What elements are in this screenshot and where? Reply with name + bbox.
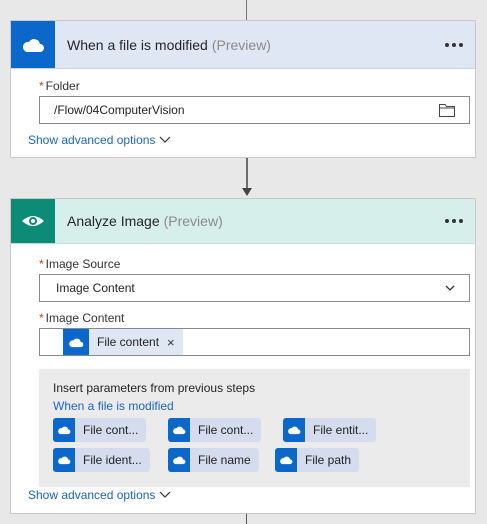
param-chip-file-path[interactable]: File path	[275, 448, 360, 472]
cloud-icon	[53, 418, 75, 442]
file-content-token-label: File content	[97, 335, 160, 349]
cloud-icon	[275, 448, 297, 472]
image-source-value: Image Content	[56, 281, 135, 295]
cloud-icon	[53, 448, 75, 472]
cloud-icon	[283, 418, 305, 442]
file-content-token[interactable]: File content ×	[63, 329, 183, 355]
cloud-icon	[168, 418, 190, 442]
folder-icon[interactable]	[439, 103, 455, 120]
eye-icon	[11, 199, 55, 243]
remove-token-icon[interactable]: ×	[167, 335, 175, 350]
param-chip-file-name[interactable]: File name	[168, 448, 259, 472]
trigger-more-icon[interactable]	[445, 42, 463, 47]
analyze-header[interactable]: Analyze Image (Preview)	[11, 199, 475, 244]
param-chip-file-entity[interactable]: File entit...	[283, 418, 377, 442]
dynamic-content-title: Insert parameters from previous steps	[53, 381, 256, 395]
cloud-icon	[168, 448, 190, 472]
folder-value: /Flow/04ComputerVision	[54, 103, 185, 117]
onedrive-icon	[11, 21, 55, 68]
connector-top	[246, 0, 247, 20]
chevron-down-icon	[160, 136, 171, 143]
cloud-icon	[63, 329, 89, 355]
show-advanced-options-link[interactable]: Show advanced options	[28, 133, 171, 147]
folder-label: * Folder	[39, 79, 80, 93]
image-source-select[interactable]: Image Content	[39, 274, 470, 302]
folder-input[interactable]: /Flow/04ComputerVision	[39, 96, 470, 124]
show-advanced-options-link-2[interactable]: Show advanced options	[28, 488, 171, 502]
analyze-more-icon[interactable]	[445, 219, 463, 223]
trigger-preview-label: (Preview)	[211, 36, 271, 53]
trigger-title: When a file is modified	[67, 36, 208, 53]
trigger-card: When a file is modified (Preview) * Folde…	[10, 20, 476, 158]
image-source-label: * Image Source	[39, 257, 121, 271]
connector-bottom	[246, 514, 247, 524]
trigger-header[interactable]: When a file is modified (Preview)	[11, 21, 475, 69]
chevron-down-icon	[160, 491, 171, 498]
dynamic-content-panel: Insert parameters from previous steps Wh…	[39, 369, 470, 487]
analyze-image-card: Analyze Image (Preview) * Image Source Im…	[10, 198, 476, 514]
analyze-title: Analyze Image	[67, 213, 160, 229]
arrow-down-icon	[242, 158, 252, 196]
image-content-input[interactable]: File content ×	[39, 328, 470, 356]
image-content-label: * Image Content	[39, 311, 125, 325]
analyze-preview-label: (Preview)	[163, 213, 223, 229]
param-chip-file-content-1[interactable]: File cont...	[53, 418, 147, 442]
chevron-down-icon	[445, 285, 455, 291]
param-chip-file-identifier[interactable]: File ident...	[53, 448, 150, 472]
param-chip-file-content-2[interactable]: File cont...	[168, 418, 262, 442]
dynamic-content-source[interactable]: When a file is modified	[53, 399, 174, 413]
